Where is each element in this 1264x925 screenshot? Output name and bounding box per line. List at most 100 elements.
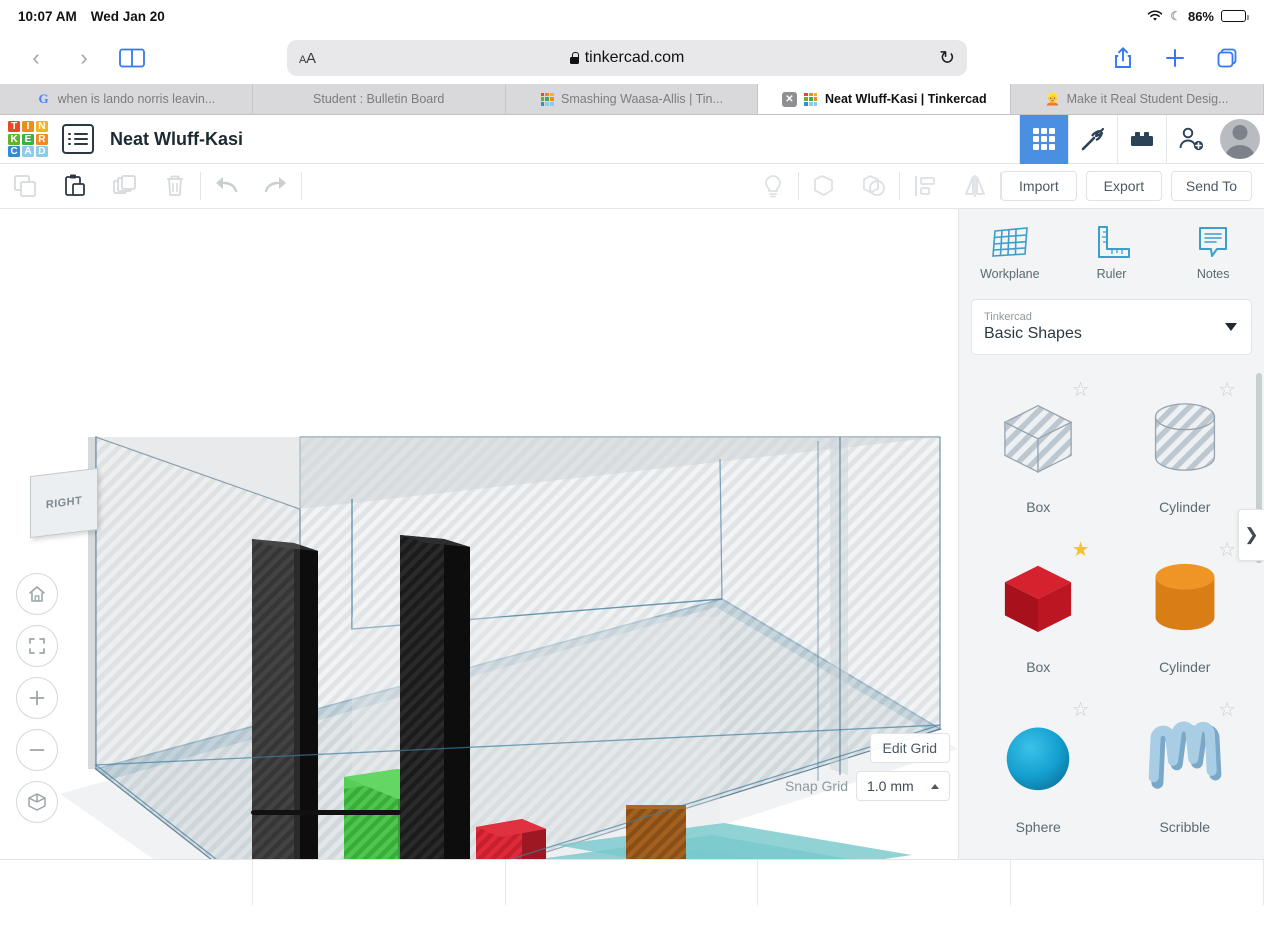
tabs-overview-icon[interactable] <box>1204 38 1250 78</box>
shape-item-cylinder-orange[interactable]: ☆ Cylinder <box>1112 529 1259 689</box>
browser-tab-2[interactable]: Smashing Waasa-Allis | Tin... <box>505 84 759 114</box>
favorite-star-icon[interactable]: ☆ <box>1218 697 1236 722</box>
import-button[interactable]: Import <box>1000 171 1077 201</box>
send-to-button[interactable]: Send To <box>1170 171 1252 201</box>
list-menu-icon[interactable] <box>62 124 94 154</box>
box-shape-preview <box>1003 404 1073 474</box>
edit-grid-button[interactable]: Edit Grid <box>869 733 950 763</box>
shape-list[interactable]: ☆ Box ☆ Cylinder ★ Box ☆ Cylinder ☆ Sphe… <box>959 365 1264 859</box>
tab-label: Neat Wluff-Kasi | Tinkercad <box>824 92 987 106</box>
workplane-tool[interactable]: Workplane <box>959 209 1061 295</box>
redo-icon[interactable] <box>251 164 301 209</box>
favorite-star-icon[interactable]: ☆ <box>1218 377 1236 402</box>
object-tools <box>748 164 1000 209</box>
notes-tool[interactable]: Notes <box>1162 209 1264 295</box>
status-time: 10:07 AM <box>18 8 77 24</box>
ruler-icon <box>1097 226 1130 258</box>
home-indicator <box>0 805 652 819</box>
snap-grid-select[interactable]: 1.0 mm <box>856 771 950 801</box>
duplicate-icon[interactable] <box>100 164 150 209</box>
address-bar-wrapper: AA tinkercad.com ↻ <box>158 40 1096 76</box>
snap-grid-value: 1.0 mm <box>867 778 914 794</box>
zoom-in-button[interactable] <box>16 677 58 719</box>
toolbar-action-buttons: Import Export Send To <box>1000 171 1264 201</box>
toolbar-divider <box>301 172 302 200</box>
tab-label: Smashing Waasa-Allis | Tin... <box>561 92 723 106</box>
lightbulb-icon[interactable] <box>748 164 798 209</box>
close-icon[interactable]: ✕ <box>781 91 797 107</box>
view-cube[interactable]: RIGHT <box>30 467 98 539</box>
panel-collapse-toggle[interactable]: ❯ <box>1238 509 1264 561</box>
safari-tab-bar: G when is lando norris leavin... Student… <box>0 84 1264 115</box>
safari-toolbar: ‹ › AA tinkercad.com ↻ <box>0 32 1264 84</box>
new-tab-icon[interactable] <box>1152 38 1198 78</box>
shapes-side-panel: Workplane Ruler Notes Tinkercad Basic Sh… <box>958 209 1264 859</box>
bottom-cell <box>0 860 253 905</box>
favorite-star-icon[interactable]: ★ <box>1072 537 1090 562</box>
workplane-icon <box>991 227 1028 257</box>
ungroup-icon[interactable] <box>849 164 899 209</box>
shape-label: Cylinder <box>1159 499 1211 515</box>
chevron-down-icon[interactable] <box>1225 323 1237 331</box>
reload-icon[interactable]: ↻ <box>939 47 955 70</box>
delete-icon[interactable] <box>150 164 200 209</box>
view-cube-face[interactable]: RIGHT <box>30 467 98 539</box>
shape-item-box-hole[interactable]: ☆ Box <box>965 369 1112 529</box>
shape-label: Box <box>1026 499 1051 515</box>
safari-browser-chrome: ‹ › AA tinkercad.com ↻ G when is lando n… <box>0 32 1264 115</box>
shape-label: Box <box>1026 659 1051 675</box>
browser-tab-0[interactable]: G when is lando norris leavin... <box>0 84 253 114</box>
3d-canvas[interactable]: RIGHT Edit Grid Snap Grid 1.0 mm <box>0 209 958 859</box>
shape-item-scribble[interactable]: ☆ Scribble <box>1112 689 1259 849</box>
wifi-icon <box>1147 10 1163 22</box>
group-icon[interactable] <box>799 164 849 209</box>
browser-tab-1[interactable]: Student : Bulletin Board <box>252 84 506 114</box>
shape-item-sphere[interactable]: ☆ Sphere <box>965 689 1112 849</box>
user-avatar[interactable] <box>1215 115 1264 164</box>
back-button[interactable]: ‹ <box>14 38 58 78</box>
text-size-button[interactable]: AA <box>299 50 316 67</box>
zoom-out-button[interactable] <box>16 729 58 771</box>
forward-button[interactable]: › <box>62 38 106 78</box>
cylinder-shape-preview <box>1154 403 1215 471</box>
lego-brick-icon[interactable] <box>1117 114 1166 164</box>
home-view-button[interactable] <box>16 573 58 615</box>
edit-toolbar: Import Export Send To <box>0 164 1264 209</box>
tinkercad-logo[interactable]: T I N K E R C A D <box>6 119 50 159</box>
shape-label: Sphere <box>1015 819 1061 835</box>
bottom-cell <box>1011 860 1264 905</box>
undo-icon[interactable] <box>201 164 251 209</box>
page-title[interactable]: Neat Wluff-Kasi <box>110 129 243 150</box>
status-bar-left: 10:07 AM Wed Jan 20 <box>18 9 165 24</box>
paste-icon[interactable] <box>50 164 100 209</box>
bottom-cell <box>253 860 506 905</box>
shape-item-cylinder-hole[interactable]: ☆ Cylinder <box>1112 369 1259 529</box>
favorite-star-icon[interactable]: ☆ <box>1072 697 1090 722</box>
mirror-icon[interactable] <box>950 164 1000 209</box>
browser-tab-4[interactable]: 👱 Make it Real Student Desig... <box>1011 84 1264 114</box>
favorite-star-icon[interactable]: ☆ <box>1218 537 1236 562</box>
grid-view-icon[interactable] <box>1019 114 1068 164</box>
logo-letter: I <box>21 121 35 132</box>
lock-icon <box>569 52 579 64</box>
browser-tab-3-active[interactable]: ✕ Neat Wluff-Kasi | Tinkercad <box>758 84 1012 114</box>
shape-item-box-red[interactable]: ★ Box <box>965 529 1112 689</box>
tab-label: Student : Bulletin Board <box>313 92 445 106</box>
share-icon[interactable] <box>1100 38 1146 78</box>
export-button[interactable]: Export <box>1085 171 1162 201</box>
copy-icon[interactable] <box>0 164 50 209</box>
tinkercad-favicon <box>540 92 554 106</box>
align-icon[interactable] <box>900 164 950 209</box>
add-person-icon[interactable] <box>1166 114 1215 164</box>
ruler-tool[interactable]: Ruler <box>1061 209 1163 295</box>
shape-library-select[interactable]: Tinkercad Basic Shapes <box>971 299 1252 355</box>
address-bar[interactable]: AA tinkercad.com ↻ <box>287 40 967 76</box>
pickaxe-icon[interactable] <box>1068 114 1117 164</box>
bookmarks-sidebar-button[interactable] <box>110 38 154 78</box>
header-actions <box>1019 114 1264 164</box>
favorite-star-icon[interactable]: ☆ <box>1072 377 1090 402</box>
fit-all-button[interactable] <box>16 625 58 667</box>
logo-letter: D <box>35 146 48 157</box>
snap-grid-label: Snap Grid <box>784 778 848 794</box>
shape-label: Cylinder <box>1159 659 1211 675</box>
